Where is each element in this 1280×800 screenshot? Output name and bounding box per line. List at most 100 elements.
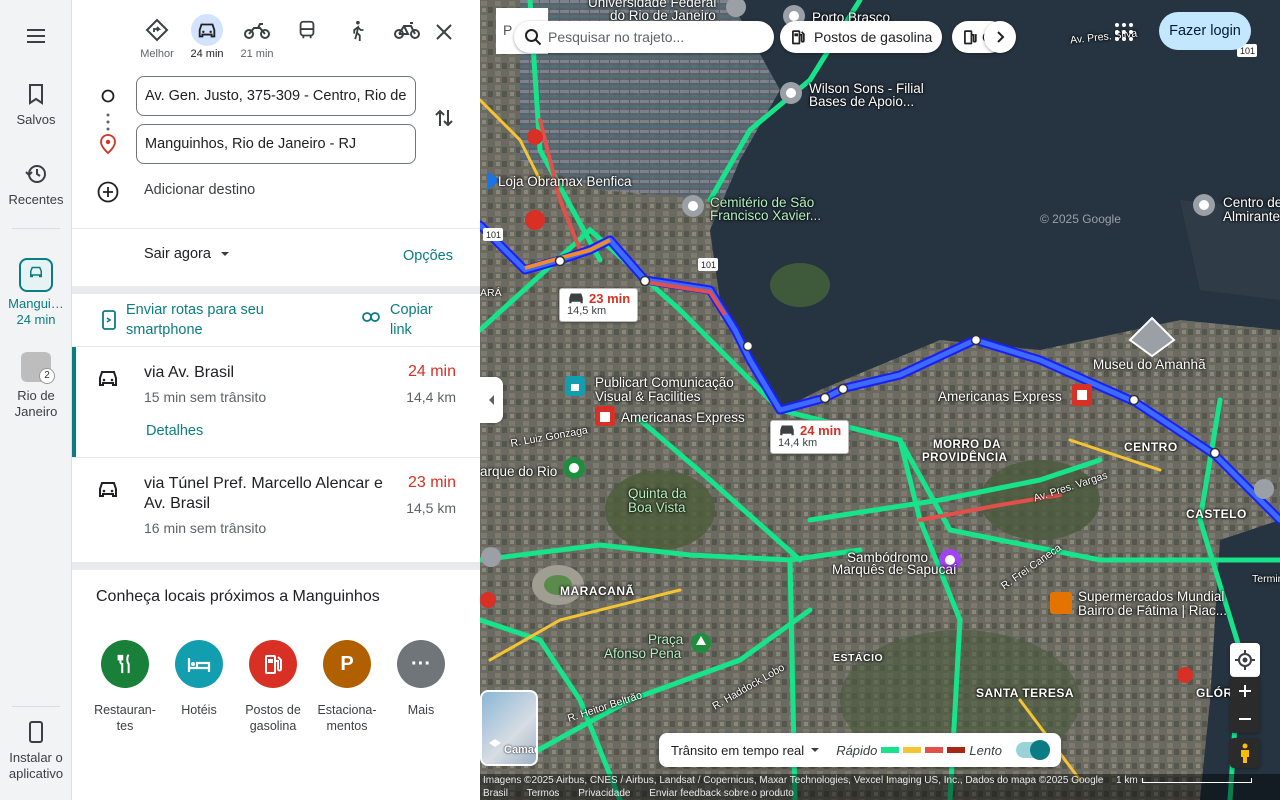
install-app-button[interactable]: Instalar o aplicativo [0,720,72,782]
route-time-bubble-alt[interactable]: 23 min 14,5 km [559,288,639,322]
search-along-route-input[interactable]: Pesquisar no trajeto... [514,21,774,53]
category-hotels[interactable]: Hotéis [162,640,236,734]
zoom-out-button[interactable] [1238,705,1252,733]
route-details-link[interactable]: Detalhes [146,423,203,439]
map-label: Loja Obramax Benfica [498,174,632,189]
saved-button[interactable]: Salvos [0,82,72,127]
origin-field[interactable]: Av. Gen. Justo, 375-309 - Centro, Rio de [136,76,416,116]
route-time: 24 min [407,363,456,380]
recent-button[interactable]: Recentes [0,162,72,207]
svg-text:101: 101 [701,260,716,270]
map-canvas[interactable]: 101 101 101 Universidade Federal do Rio … [480,0,1280,800]
rail-place-item[interactable]: 2 Rio de Janeiro [0,352,72,420]
street-view-pegman[interactable] [1230,738,1260,768]
add-destination-button[interactable]: Adicionar destino [72,172,480,212]
swap-button[interactable] [432,106,456,135]
search-placeholder: Pesquisar no trajeto... [548,29,685,45]
history-icon [25,165,46,183]
mode-bike[interactable] [382,12,432,60]
footer-links: Brasil Termos Privacidade Enviar feedbac… [483,788,810,799]
parking-icon: P [323,640,371,688]
chevron-right-icon [997,31,1005,43]
traffic-toggle[interactable] [1015,740,1050,760]
destination-field[interactable]: Manguinhos, Rio de Janeiro - RJ [136,124,416,164]
send-to-phone-button[interactable]: Enviar rotas para seu smartphone [102,300,292,340]
category-parking[interactable]: P Estaciona-mentos [310,640,384,734]
scale-label: 1 km [1116,775,1138,786]
mode-best[interactable]: Melhor [132,12,182,60]
travel-modes: Melhor 24 min 21 min [132,12,432,60]
dropdown-arrow-icon [220,252,229,256]
diamond-direction-icon [145,18,169,42]
bed-icon [175,640,223,688]
scale-bar[interactable]: 1 km [1116,775,1252,786]
map-label: arque do Rio [480,464,558,479]
map-label: Quinta da [628,486,687,501]
route-no-traffic: 16 min sem trânsito [144,520,267,536]
category-more[interactable]: ··· Mais [384,640,458,734]
footer-link-country[interactable]: Brasil [483,788,508,799]
legend-fast-label: Rápido [836,742,878,758]
route-time-bubble-selected[interactable]: 24 min 14,4 km [770,420,850,454]
category-restaurants[interactable]: Restauran-tes [88,640,162,734]
depart-label: Sair agora [144,246,211,262]
bus-icon [299,20,315,39]
route-distance: 14,5 km [406,500,456,516]
link-icon [362,312,380,322]
traffic-mode-dropdown[interactable]: Trânsito em tempo real [659,743,820,758]
car-icon [198,23,216,38]
mode-transit[interactable] [282,12,332,60]
direction-fields: Av. Gen. Justo, 375-309 - Centro, Rio de… [72,76,480,203]
category-label: Estaciona-mentos [317,703,377,733]
nearby-categories: Restauran-tes Hotéis Postos de gasolina … [88,640,458,734]
footer-link-feedback[interactable]: Enviar feedback sobre o produto [649,788,794,799]
svg-text:101: 101 [1240,46,1255,56]
mode-car[interactable]: 24 min [182,12,232,60]
close-directions-button[interactable] [430,18,458,46]
route-option-1[interactable]: via Av. Brasil 15 min sem trânsito 24 mi… [72,347,480,457]
bubble-distance: 14,4 km [778,437,818,449]
traffic-legend: Trânsito em tempo real Rápido Lento [659,733,1061,767]
route-option-2[interactable]: via Túnel Pref. Marcello Alencar e Av. B… [72,458,480,562]
footer-link-privacy[interactable]: Privacidade [578,788,630,799]
collapse-panel-button[interactable] [480,377,503,423]
footer-link-terms[interactable]: Termos [527,788,560,799]
mode-motorcycle[interactable]: 21 min [232,12,282,60]
nearby-title: Conheça locais próximos a Manguinhos [96,588,380,605]
rail-trip-item[interactable]: Mangui… 24 min [0,258,72,328]
mode-walk[interactable] [332,12,382,60]
map-label: Francisco Xavier... [710,208,822,223]
search-icon [525,29,542,46]
chips-next-button[interactable] [984,21,1016,53]
car-icon [19,258,53,292]
category-label: Postos de gasolina [245,703,301,733]
section-divider [72,286,480,294]
layers-button[interactable]: Camadas [480,690,538,766]
google-apps-button[interactable] [1112,20,1136,44]
swap-vertical-icon [435,109,453,127]
rail-place-label: Rio de Janeiro [14,388,58,419]
motorcycle-icon [244,23,270,39]
copy-link-button[interactable]: Copiar link [362,300,452,340]
sign-in-button[interactable]: Fazer login [1159,12,1251,50]
legend-swatch-medium [903,747,922,753]
map-label: Almirante [1223,209,1280,224]
map-label: ARÁ [480,287,502,299]
plus-icon [1239,685,1251,697]
zoom-in-button[interactable] [1238,677,1252,705]
map-label: PROVIDÊNCIA [922,452,1008,464]
layers-label: Camadas [504,744,536,756]
my-location-button[interactable] [1230,643,1260,677]
traffic-mode-label: Trânsito em tempo real [671,742,805,758]
rail-trip-label: Mangui… 24 min [8,296,64,327]
map-label: Afonso Pena [604,646,682,661]
section-divider [72,562,480,570]
send-to-phone-label: Enviar rotas para seu smartphone [126,302,264,338]
apps-grid-icon [1115,23,1133,41]
category-gas-stations[interactable]: Postos de gasolina [236,640,310,734]
depart-now-dropdown[interactable]: Sair agora [144,246,231,262]
menu-button[interactable] [0,24,72,54]
chip-gas-stations[interactable]: Postos de gasolina [780,21,943,53]
map-label: Visual & Facilities [595,389,701,404]
options-button[interactable]: Opções [403,248,453,264]
